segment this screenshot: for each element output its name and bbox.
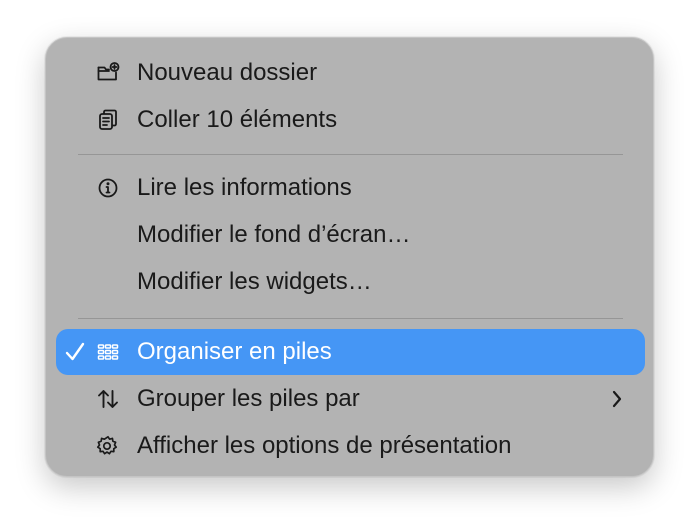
menu-item-new-folder[interactable]: Nouveau dossier [56,50,645,96]
menu-item-label: Lire les informations [137,174,352,201]
menu-item-label: Afficher les options de présentation [137,432,512,459]
checkmark-icon [64,340,86,364]
menu-item-group-stacks-by[interactable]: Grouper les piles par [56,376,645,422]
menu-item-label: Modifier les widgets… [137,268,372,295]
menu-separator [78,154,623,155]
menu-item-show-view-options[interactable]: Afficher les options de présentation [56,423,645,469]
menu-separator [78,318,623,319]
menu-item-label: Organiser en piles [137,338,332,365]
doc-on-clipboard-icon [96,108,120,132]
desktop: Nouveau dossier Coller 10 éléments Lire … [0,0,700,532]
menu-item-use-stacks[interactable]: Organiser en piles [56,329,645,375]
menu-item-paste[interactable]: Coller 10 éléments [56,97,645,143]
menu-item-label: Modifier le fond d’écran… [137,221,411,248]
menu-item-get-info[interactable]: Lire les informations [56,165,645,211]
square-grid-icon [96,340,120,364]
gear-icon [96,434,120,458]
menu-item-label: Nouveau dossier [137,59,318,86]
arrow-up-arrow-down-icon [96,387,120,411]
menu-item-label: Grouper les piles par [137,385,360,412]
context-menu: Nouveau dossier Coller 10 éléments Lire … [45,37,654,477]
folder-badge-plus-icon [96,61,120,85]
chevron-right-icon [611,389,623,409]
menu-item-change-wallpaper[interactable]: Modifier le fond d’écran… [56,212,645,258]
menu-item-label: Coller 10 éléments [137,106,338,133]
info-circle-icon [96,176,120,200]
menu-item-edit-widgets[interactable]: Modifier les widgets… [56,259,645,305]
